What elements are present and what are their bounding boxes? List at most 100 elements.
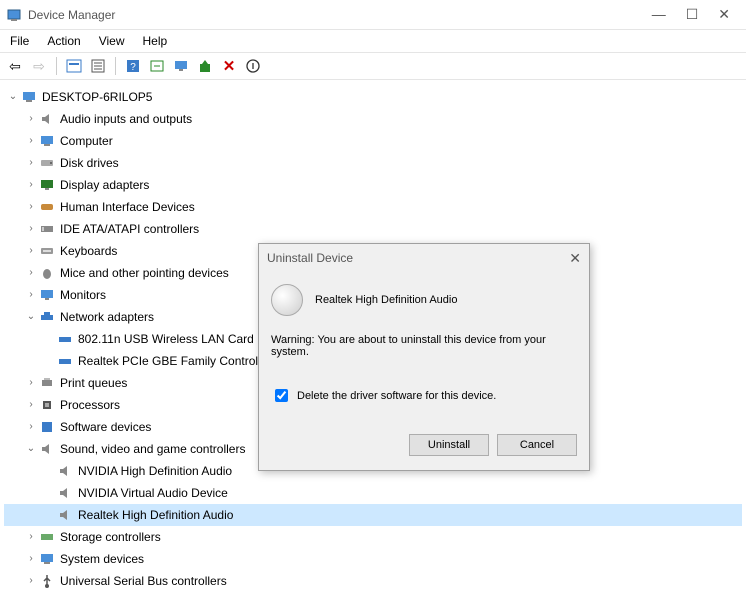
menu-file[interactable]: File bbox=[2, 32, 37, 50]
monitor-icon[interactable] bbox=[170, 55, 192, 77]
network-adapter-icon bbox=[56, 331, 74, 347]
tree-root[interactable]: ⌄ DESKTOP-6RILOP5 bbox=[4, 86, 742, 108]
tree-display[interactable]: › Display adapters bbox=[4, 174, 742, 196]
disable-icon[interactable] bbox=[242, 55, 264, 77]
device-large-icon bbox=[271, 284, 303, 316]
tree-sound-item[interactable]: NVIDIA Virtual Audio Device bbox=[4, 482, 742, 504]
tree-label: System devices bbox=[60, 548, 144, 570]
tree-label: IDE ATA/ATAPI controllers bbox=[60, 218, 199, 240]
speaker-icon bbox=[56, 485, 74, 501]
usb-icon bbox=[38, 573, 56, 589]
titlebar: Device Manager — ☐ ✕ bbox=[0, 0, 746, 30]
forward-icon[interactable]: ⇨ bbox=[28, 55, 50, 77]
tree-label: Processors bbox=[60, 394, 120, 416]
tree-label: Storage controllers bbox=[60, 526, 161, 548]
collapse-icon[interactable]: ⌄ bbox=[6, 86, 20, 108]
maximize-button[interactable]: ☐ bbox=[686, 6, 699, 23]
expand-icon[interactable]: › bbox=[24, 152, 38, 174]
tree-ide[interactable]: › IDE ATA/ATAPI controllers bbox=[4, 218, 742, 240]
back-icon[interactable]: ⇦ bbox=[4, 55, 26, 77]
speaker-icon bbox=[38, 111, 56, 127]
speaker-icon bbox=[56, 463, 74, 479]
uninstall-dialog: Uninstall Device ✕ Realtek High Definiti… bbox=[258, 243, 590, 471]
tree-label: NVIDIA Virtual Audio Device bbox=[78, 482, 228, 504]
expand-icon[interactable]: › bbox=[24, 108, 38, 130]
expand-icon[interactable]: › bbox=[24, 174, 38, 196]
menu-action[interactable]: Action bbox=[39, 32, 88, 50]
tree-label: DESKTOP-6RILOP5 bbox=[42, 86, 152, 108]
expand-icon[interactable]: › bbox=[24, 548, 38, 570]
close-button[interactable]: ✕ bbox=[718, 6, 730, 23]
tree-label: NVIDIA High Definition Audio bbox=[78, 460, 232, 482]
delete-driver-checkbox-row[interactable]: Delete the driver software for this devi… bbox=[271, 386, 577, 405]
properties-icon[interactable] bbox=[87, 55, 109, 77]
cancel-button[interactable]: Cancel bbox=[497, 434, 577, 456]
system-icon bbox=[38, 551, 56, 567]
expand-icon[interactable]: › bbox=[24, 130, 38, 152]
printer-icon bbox=[38, 375, 56, 391]
dialog-device-name: Realtek High Definition Audio bbox=[315, 294, 457, 306]
expand-icon[interactable]: › bbox=[24, 570, 38, 592]
tree-label: Disk drives bbox=[60, 152, 119, 174]
expand-icon[interactable]: › bbox=[24, 394, 38, 416]
tree-label: Display adapters bbox=[60, 174, 149, 196]
expand-icon[interactable]: › bbox=[24, 416, 38, 438]
computer-icon bbox=[20, 89, 38, 105]
cpu-icon bbox=[38, 397, 56, 413]
collapse-icon[interactable]: ⌄ bbox=[24, 438, 38, 460]
software-icon bbox=[38, 419, 56, 435]
expand-icon[interactable]: › bbox=[24, 196, 38, 218]
tree-label: 802.11n USB Wireless LAN Card bbox=[78, 328, 254, 350]
speaker-icon bbox=[56, 507, 74, 523]
display-icon bbox=[38, 177, 56, 193]
expand-icon[interactable]: › bbox=[24, 284, 38, 306]
tree-label: Mice and other pointing devices bbox=[60, 262, 229, 284]
tree-label: Sound, video and game controllers bbox=[60, 438, 245, 460]
minimize-button[interactable]: — bbox=[652, 6, 666, 23]
expand-icon[interactable]: › bbox=[24, 262, 38, 284]
expand-icon[interactable]: › bbox=[24, 218, 38, 240]
expand-icon[interactable]: › bbox=[24, 240, 38, 262]
ide-icon bbox=[38, 221, 56, 237]
tree-label: Monitors bbox=[60, 284, 106, 306]
menu-view[interactable]: View bbox=[91, 32, 133, 50]
tree-sound-item-selected[interactable]: Realtek High Definition Audio bbox=[4, 504, 742, 526]
expand-icon[interactable]: › bbox=[24, 526, 38, 548]
uninstall-icon[interactable]: ✕ bbox=[218, 55, 240, 77]
storage-icon bbox=[38, 529, 56, 545]
tree-usb[interactable]: › Universal Serial Bus controllers bbox=[4, 570, 742, 592]
close-icon[interactable]: ✕ bbox=[569, 250, 581, 267]
network-adapter-icon bbox=[56, 353, 74, 369]
scan-icon[interactable] bbox=[146, 55, 168, 77]
collapse-icon[interactable]: ⌄ bbox=[24, 306, 38, 328]
tree-computer[interactable]: › Computer bbox=[4, 130, 742, 152]
tree-label: Human Interface Devices bbox=[60, 196, 195, 218]
tree-label: Computer bbox=[60, 130, 113, 152]
network-icon bbox=[38, 309, 56, 325]
tree-label: Audio inputs and outputs bbox=[60, 108, 192, 130]
tree-disk[interactable]: › Disk drives bbox=[4, 152, 742, 174]
expand-icon[interactable]: › bbox=[24, 372, 38, 394]
uninstall-button[interactable]: Uninstall bbox=[409, 434, 489, 456]
help-icon[interactable]: ? bbox=[122, 55, 144, 77]
tree-label: Realtek High Definition Audio bbox=[78, 504, 233, 526]
checkbox-label: Delete the driver software for this devi… bbox=[297, 390, 496, 402]
toolbar: ⇦ ⇨ ? ✕ bbox=[0, 52, 746, 80]
hid-icon bbox=[38, 199, 56, 215]
dialog-title: Uninstall Device bbox=[267, 251, 353, 265]
delete-driver-checkbox[interactable] bbox=[275, 389, 288, 402]
pc-icon bbox=[38, 133, 56, 149]
menu-help[interactable]: Help bbox=[135, 32, 176, 50]
tree-label: Realtek PCIe GBE Family Controller bbox=[78, 350, 271, 372]
dialog-titlebar: Uninstall Device ✕ bbox=[259, 244, 589, 272]
disk-icon bbox=[38, 155, 56, 171]
update-driver-icon[interactable] bbox=[194, 55, 216, 77]
show-hidden-icon[interactable] bbox=[63, 55, 85, 77]
tree-hid[interactable]: › Human Interface Devices bbox=[4, 196, 742, 218]
tree-system[interactable]: › System devices bbox=[4, 548, 742, 570]
tree-storage[interactable]: › Storage controllers bbox=[4, 526, 742, 548]
dialog-warning: Warning: You are about to uninstall this… bbox=[271, 334, 577, 358]
app-icon bbox=[6, 7, 22, 23]
tree-audio[interactable]: › Audio inputs and outputs bbox=[4, 108, 742, 130]
speaker-icon bbox=[38, 441, 56, 457]
